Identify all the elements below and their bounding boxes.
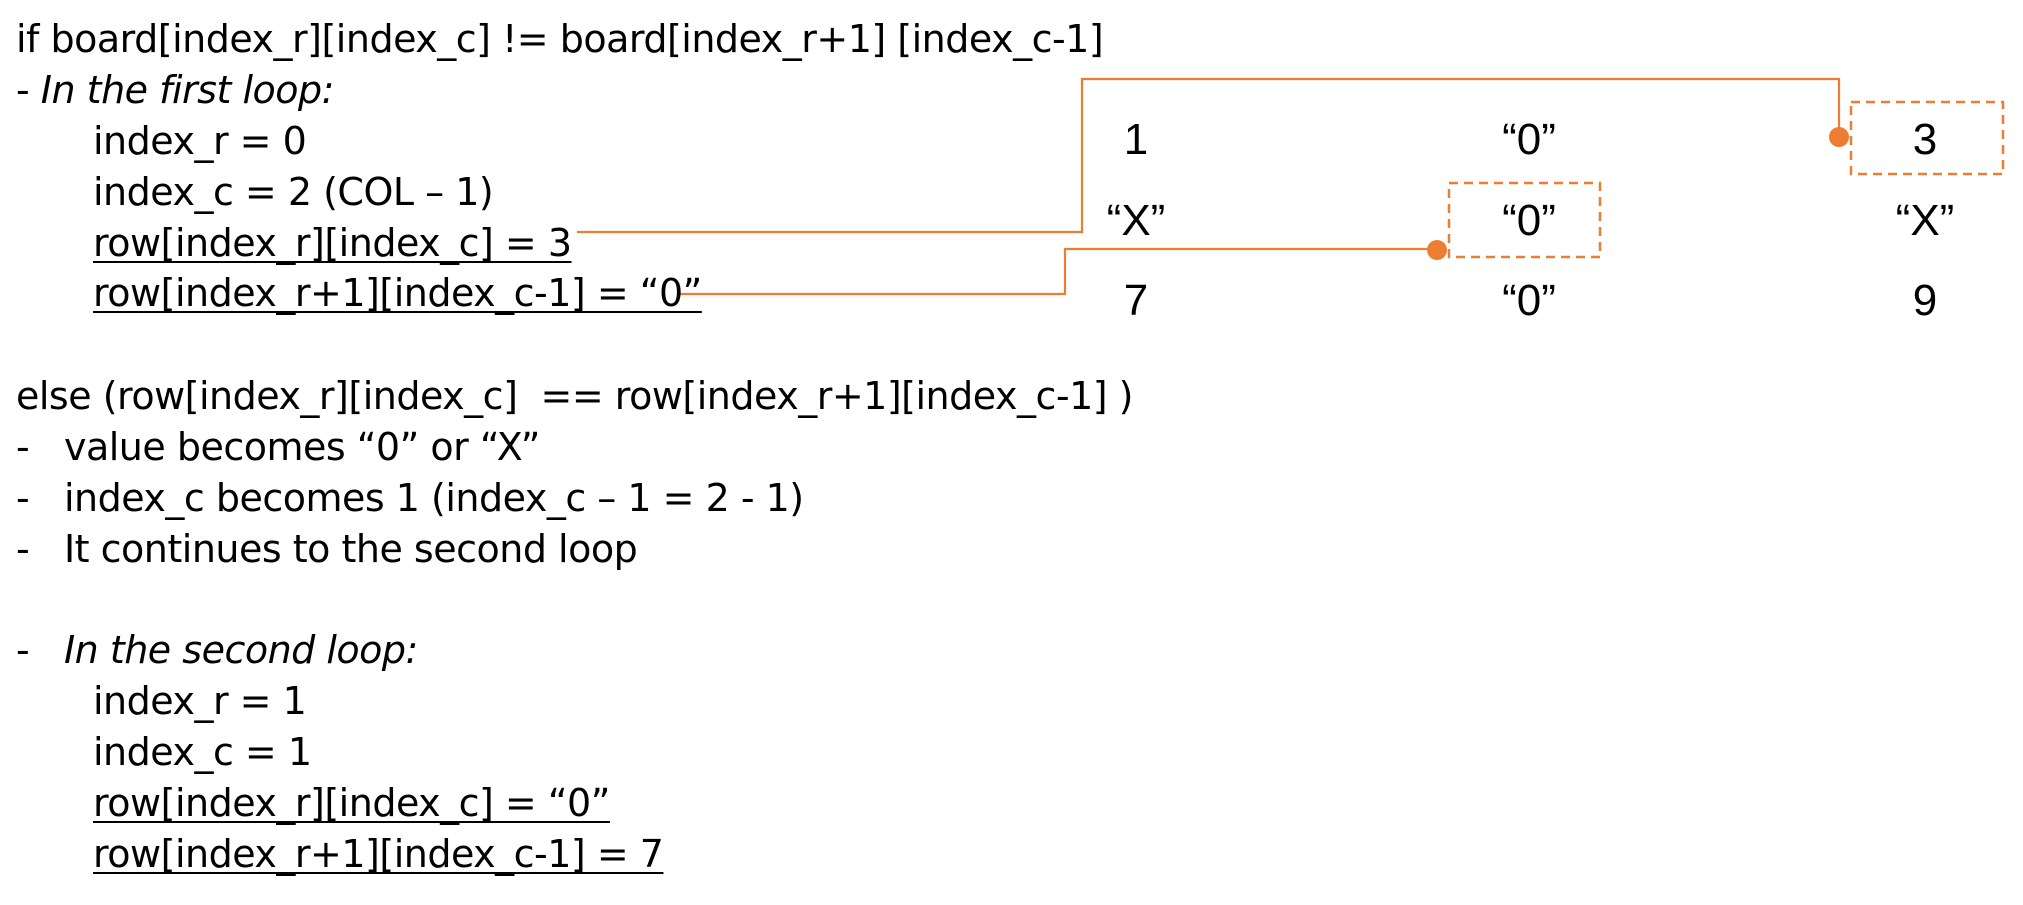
first-loop-dash: -	[16, 68, 41, 112]
board-cell-0-0: 1	[1123, 115, 1149, 164]
connector-line-first	[577, 77, 1841, 234]
first-loop-heading: - In the first loop:	[16, 67, 334, 113]
bullet-index-c-becomes: - index_c becomes 1 (index_c – 1 = 2 - 1…	[16, 476, 804, 520]
second-index-c: index_c = 1	[93, 730, 312, 774]
else-condition: row[index_r][index_c] == row[index_r+1][…	[117, 374, 1133, 418]
first-row-a: row[index_r][index_c] = 3	[93, 221, 572, 265]
first-index-r: index_r = 0	[93, 119, 307, 163]
connector-line-second	[678, 247, 1436, 296]
first-index-c: index_c = 2 (COL – 1)	[93, 170, 494, 214]
connector-dot-first	[1829, 127, 1849, 147]
second-row-a: row[index_r][index_c] = “0”	[93, 781, 610, 825]
board-cell-2-1: “0”	[1502, 276, 1556, 325]
board-cell-0-2: 3	[1912, 115, 1938, 164]
second-loop-label: In the second loop:	[63, 628, 418, 672]
else-line: else (row[index_r][index_c] == row[index…	[16, 373, 1133, 419]
board-cell-1-1: “0”	[1502, 196, 1556, 245]
board-cell-1-2: “X”	[1895, 196, 1955, 245]
first-row-b: row[index_r+1][index_c-1] = “0”	[93, 271, 702, 315]
bullet-continues: - It continues to the second loop	[16, 527, 638, 571]
second-row-b: row[index_r+1][index_c-1] = 7	[93, 832, 664, 876]
bullet-value-becomes: - value becomes “0” or “X”	[16, 425, 540, 469]
else-prefix: else (	[16, 374, 118, 418]
second-loop-heading: - In the second loop:	[16, 627, 418, 673]
second-loop-dash: -	[16, 628, 64, 672]
board-cell-2-2: 9	[1912, 276, 1938, 325]
connector-dot-second	[1427, 240, 1447, 260]
board-cell-1-0: “X”	[1106, 196, 1166, 245]
board-cell-0-1: “0”	[1502, 115, 1556, 164]
board-cell-2-0: 7	[1123, 276, 1149, 325]
first-loop-label: In the first loop:	[40, 68, 335, 112]
condition-if-line: if board[index_r][index_c] != board[inde…	[16, 17, 1104, 61]
second-index-r: index_r = 1	[93, 679, 307, 723]
